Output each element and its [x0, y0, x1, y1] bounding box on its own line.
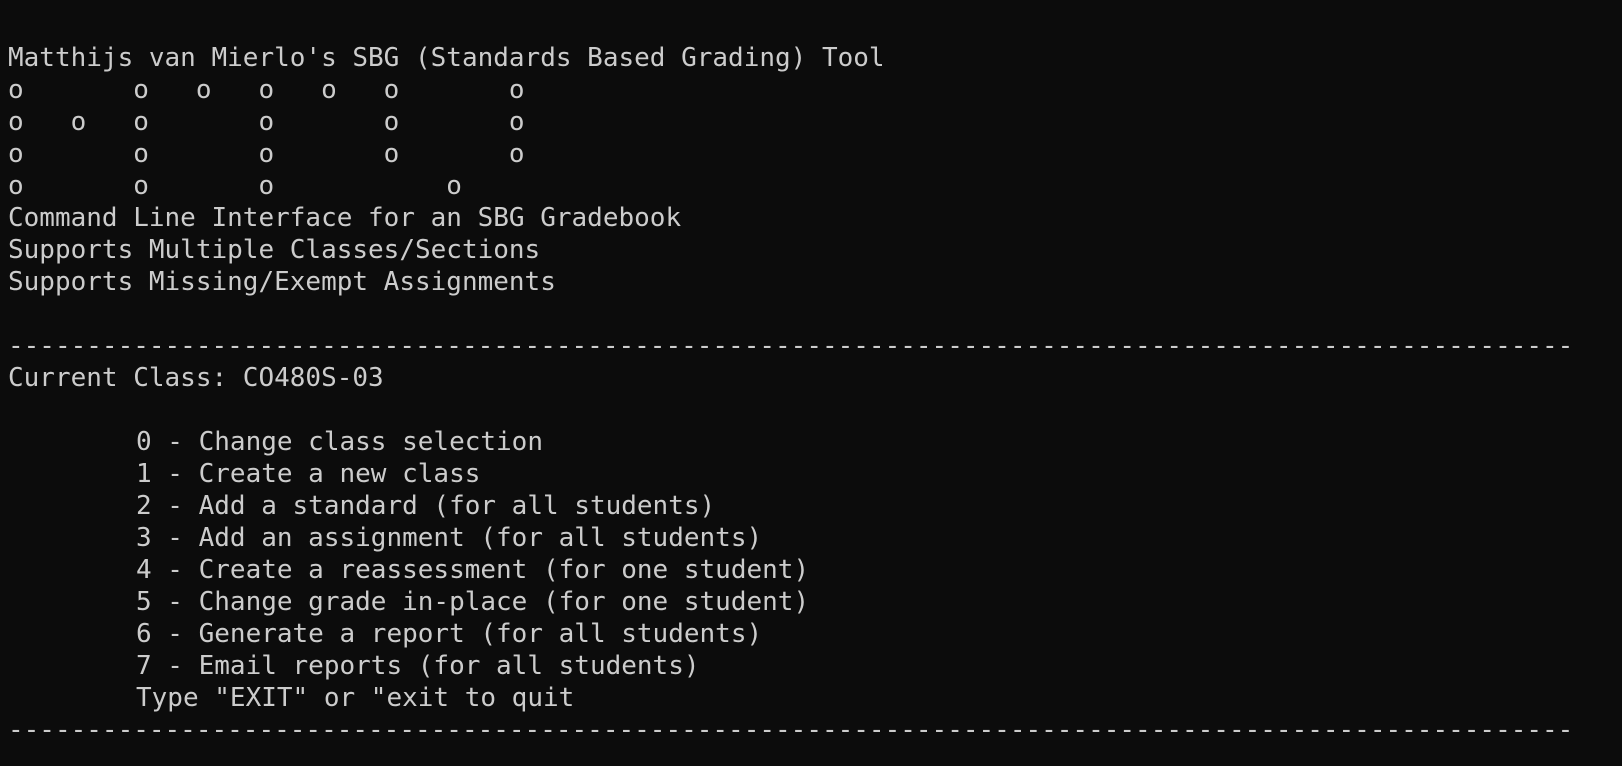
menu-option-4[interactable]: 4 - Create a reassessment (for one stude…	[136, 554, 809, 587]
exit-hint: Type "EXIT" or "exit to quit	[136, 683, 575, 713]
separator-bottom: ----------------------------------------…	[8, 715, 1574, 745]
menu-option-2[interactable]: 2 - Add a standard (for all students)	[136, 490, 715, 523]
menu-option-6[interactable]: 6 - Generate a report (for all students)	[136, 618, 762, 651]
description-line: Command Line Interface for an SBG Gradeb…	[8, 203, 682, 233]
separator-top: ----------------------------------------…	[8, 331, 1574, 361]
menu-option-5[interactable]: 5 - Change grade in-place (for one stude…	[136, 586, 809, 619]
menu-option-3[interactable]: 3 - Add an assignment (for all students)	[136, 522, 762, 555]
menu-option-1[interactable]: 1 - Create a new class	[136, 458, 480, 491]
description-line: Supports Missing/Exempt Assignments	[8, 267, 556, 297]
ascii-art-line: o o o o	[8, 171, 462, 201]
ascii-art-line: o o o o o	[8, 139, 525, 169]
ascii-art-line: o o o o o o	[8, 107, 525, 137]
terminal-window[interactable]: Matthijs van Mierlo's SBG (Standards Bas…	[0, 0, 1622, 766]
ascii-art-line: o o o o o o o	[8, 75, 525, 105]
menu-option-7[interactable]: 7 - Email reports (for all students)	[136, 650, 700, 683]
current-class-label: Current Class: CO480S-03	[8, 363, 384, 393]
description-line: Supports Multiple Classes/Sections	[8, 235, 541, 265]
menu-option-0[interactable]: 0 - Change class selection	[136, 426, 543, 459]
app-title: Matthijs van Mierlo's SBG (Standards Bas…	[8, 43, 885, 73]
